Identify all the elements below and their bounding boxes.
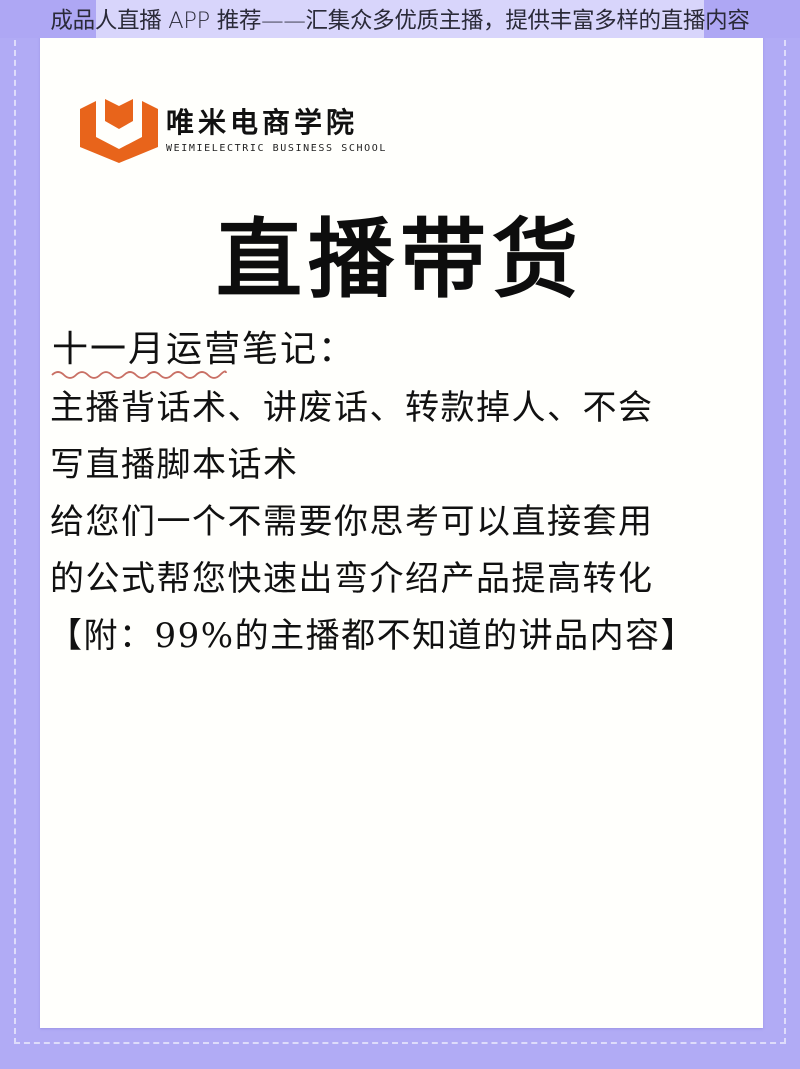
note-line: 主播背话术、讲废话、转款掉人、不会 [50, 388, 654, 428]
note-line: 的公式帮您快速出弯介绍产品提高转化 [50, 559, 654, 599]
shield-chevron-logo-icon [80, 99, 158, 163]
logo-english-name: WEIMIELECTRIC BUSINESS SCHOOL [166, 142, 387, 154]
wavy-underline-decoration [51, 370, 227, 379]
brand-logo: 唯米电商学院 WEIMIELECTRIC BUSINESS SCHOOL [80, 97, 387, 163]
logo-chinese-name: 唯米电商学院 [166, 105, 359, 139]
note-line-appendix: 【附：99%的主播都不知道的讲品内容】 [48, 616, 697, 656]
notes-title: 十一月运营笔记： [52, 329, 357, 370]
note-line: 写直播脚本话术 [50, 445, 299, 485]
overlay-title: 成品人直播 APP 推荐——汇集众多优质主播，提供丰富多样的直播内容 [50, 8, 750, 34]
overlay-title-bar: 成品人直播 APP 推荐——汇集众多优质主播，提供丰富多样的直播内容 [0, 0, 800, 38]
headline: 直播带货 [216, 209, 584, 310]
note-line: 给您们一个不需要你思考可以直接套用 [50, 502, 654, 542]
